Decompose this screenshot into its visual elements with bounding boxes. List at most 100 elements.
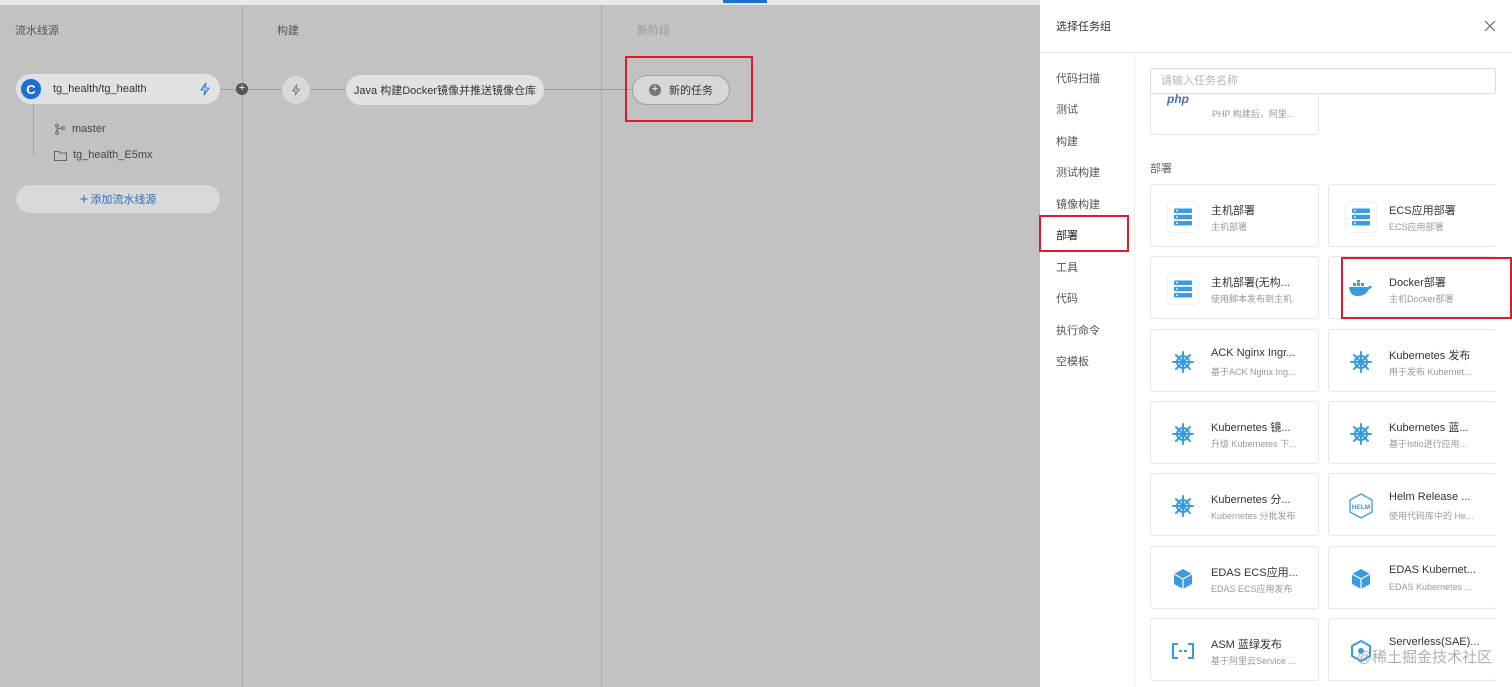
- source-folder: tg_health_E5mx: [54, 149, 153, 161]
- category-item[interactable]: 代码: [1040, 283, 1134, 315]
- category-item[interactable]: 构建: [1040, 125, 1134, 157]
- card-desc: 使用代码库中的 He...: [1389, 511, 1474, 521]
- add-stage-button[interactable]: +: [236, 83, 248, 95]
- card-desc: EDAS ECS应用发布: [1211, 584, 1293, 594]
- pipeline-source[interactable]: C tg_health/tg_health: [16, 74, 220, 104]
- plus-icon: +: [79, 190, 89, 208]
- server-icon: [1345, 201, 1377, 233]
- server-icon: [1167, 273, 1199, 305]
- svg-text:HELM: HELM: [1352, 504, 1370, 511]
- task-card[interactable]: ECS应用部署 ECS应用部署: [1328, 184, 1496, 247]
- task-group-drawer: 选择任务组 代码扫描 测试 构建 测试构建 镜像构建 部署 工具 代码 执行命令…: [1039, 0, 1512, 687]
- connector-line: [220, 89, 282, 90]
- source-avatar: C: [19, 77, 43, 101]
- branch-icon: [55, 123, 65, 135]
- task-card[interactable]: Kubernetes 分... Kubernetes 分批发布: [1150, 473, 1319, 536]
- card-name: Kubernetes 发布: [1389, 350, 1471, 362]
- category-list: 代码扫描 测试 构建 测试构建 镜像构建 部署 工具 代码 执行命令 空模板: [1040, 53, 1135, 687]
- category-item[interactable]: 工具: [1040, 251, 1134, 283]
- watermark: @稀土掘金技术社区: [1356, 649, 1492, 666]
- task-card[interactable]: EDAS ECS应用... EDAS ECS应用发布: [1150, 546, 1319, 609]
- section-title: 部署: [1150, 163, 1172, 175]
- add-source-label: 添加流水线源: [90, 194, 157, 206]
- top-strip: [0, 0, 1040, 5]
- branch-name: master: [72, 123, 106, 135]
- task-card[interactable]: EDAS Kubernet... EDAS Kubernetes ...: [1328, 546, 1496, 609]
- category-item[interactable]: 执行命令: [1040, 314, 1134, 346]
- category-item[interactable]: 测试: [1040, 94, 1134, 126]
- task-card[interactable]: ACK Nginx Ingr... 基于ACK Nginx Ing...: [1150, 329, 1319, 392]
- card-desc: PHP 构建后，阿里...: [1212, 109, 1295, 119]
- card-name: ASM 蓝绿发布: [1211, 639, 1282, 651]
- task-card[interactable]: Kubernetes 发布 用于发布 Kubernet...: [1328, 329, 1496, 392]
- drawer-header: 选择任务组: [1040, 0, 1512, 53]
- card-desc: Kubernetes 分批发布: [1211, 511, 1296, 521]
- highlight-box: [625, 56, 753, 122]
- card-name: ACK Nginx Ingr...: [1211, 347, 1296, 359]
- column-divider: [601, 5, 602, 687]
- helm-icon: HELM: [1345, 490, 1377, 522]
- add-source-button[interactable]: + 添加流水线源: [16, 185, 220, 213]
- task-card-partial[interactable]: php PHP 构建后，阿里...: [1150, 92, 1319, 135]
- kubernetes-icon: [1167, 346, 1199, 378]
- server-icon: [1167, 201, 1199, 233]
- card-name: EDAS ECS应用...: [1211, 567, 1298, 579]
- connector-line: [544, 89, 632, 90]
- task-card[interactable]: Kubernetes 镜... 升级 Kubernetes 下...: [1150, 401, 1319, 464]
- asm-icon: [1167, 635, 1199, 667]
- card-desc: 用于发布 Kubernet...: [1389, 367, 1472, 377]
- trigger-bolt-icon[interactable]: [198, 82, 212, 96]
- category-item[interactable]: 测试构建: [1040, 157, 1134, 189]
- drawer-title: 选择任务组: [1056, 21, 1111, 33]
- card-name: 主机部署(无构...: [1211, 277, 1290, 289]
- card-desc: 使用脚本发布到主机: [1211, 294, 1293, 304]
- cube-icon: [1167, 563, 1199, 595]
- task-card[interactable]: ASM 蓝绿发布 基于阿里云Service ...: [1150, 618, 1319, 681]
- highlight-box: [1341, 257, 1512, 319]
- card-desc: EDAS Kubernetes ...: [1389, 582, 1473, 592]
- card-desc: 基于阿里云Service ...: [1211, 656, 1297, 666]
- task-card[interactable]: HELM Helm Release ... 使用代码库中的 He...: [1328, 473, 1496, 536]
- card-desc: 基于Istio进行应用...: [1389, 439, 1468, 449]
- connector-line: [310, 89, 346, 90]
- php-icon: php: [1167, 92, 1189, 106]
- task-card[interactable]: Kubernetes 蓝... 基于Istio进行应用...: [1328, 401, 1496, 464]
- highlight-box: [1039, 215, 1129, 252]
- card-name: Kubernetes 蓝...: [1389, 422, 1469, 434]
- card-name: EDAS Kubernet...: [1389, 564, 1476, 576]
- source-name: tg_health/tg_health: [53, 83, 147, 95]
- kubernetes-icon: [1167, 418, 1199, 450]
- stage-trigger[interactable]: [282, 76, 310, 104]
- column-divider: [242, 5, 243, 687]
- kubernetes-icon: [1167, 490, 1199, 522]
- column-title-source: 流水线源: [15, 25, 59, 37]
- cube-icon: [1345, 563, 1377, 595]
- task-card[interactable]: 主机部署 主机部署: [1150, 184, 1319, 247]
- kubernetes-icon: [1345, 418, 1377, 450]
- task-card[interactable]: 主机部署(无构... 使用脚本发布到主机: [1150, 256, 1319, 319]
- task-search-input[interactable]: [1150, 68, 1496, 94]
- folder-name: tg_health_E5mx: [73, 149, 153, 161]
- category-item[interactable]: 空模板: [1040, 346, 1134, 378]
- category-item[interactable]: 代码扫描: [1040, 62, 1134, 94]
- card-name: 主机部署: [1211, 205, 1255, 217]
- tab-indicator: [723, 0, 767, 3]
- kubernetes-icon: [1345, 346, 1377, 378]
- source-branch: master: [54, 123, 106, 135]
- card-desc: ECS应用部署: [1389, 222, 1444, 232]
- card-name: Helm Release ...: [1389, 491, 1471, 503]
- card-name: Kubernetes 分...: [1211, 494, 1291, 506]
- column-title-build: 构建: [277, 25, 299, 37]
- pipeline-canvas: 流水线源 构建 新阶段 C tg_health/tg_health master…: [0, 0, 1040, 687]
- task-list: php PHP 构建后，阿里... 部署 主机部署 主机部署 ECS应用部署 E…: [1150, 68, 1496, 687]
- column-title-new-stage: 新阶段: [637, 25, 670, 37]
- card-desc: 主机部署: [1211, 222, 1248, 232]
- build-job[interactable]: Java 构建Docker镜像并推送镜像仓库: [346, 75, 544, 105]
- bolt-icon: [292, 84, 300, 96]
- card-name: ECS应用部署: [1389, 205, 1456, 217]
- card-desc: 基于ACK Nginx Ing...: [1211, 367, 1296, 377]
- card-name: Kubernetes 镜...: [1211, 422, 1291, 434]
- card-desc: 升级 Kubernetes 下...: [1211, 439, 1297, 449]
- close-icon[interactable]: [1484, 20, 1496, 32]
- tree-line: [33, 104, 34, 156]
